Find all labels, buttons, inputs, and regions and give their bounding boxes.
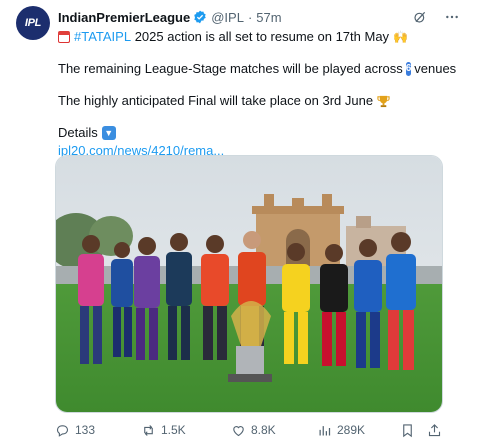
- hashtag-link[interactable]: #TATAIPL: [74, 29, 131, 45]
- tweet-line-2: The remaining League-Stage matches will …: [58, 60, 458, 78]
- keycap-number: 6: [405, 62, 412, 76]
- repost-icon: [144, 424, 153, 436]
- more-icon[interactable]: [444, 9, 460, 25]
- bookmark-icon: [403, 423, 412, 437]
- tweet-line-1: #TATAIPL 2025 action is all set to resum…: [58, 28, 458, 46]
- grok-icon[interactable]: [412, 9, 428, 25]
- share-icon: [428, 423, 441, 436]
- separator: ·: [247, 9, 253, 25]
- share-button[interactable]: [427, 423, 442, 438]
- tweet-line-4: Details ▼: [58, 124, 458, 142]
- down-arrow-icon: ▼: [101, 126, 116, 140]
- timestamp[interactable]: 57m: [256, 10, 281, 25]
- tweet-body: #TATAIPL 2025 action is all set to resum…: [58, 28, 458, 160]
- views-count: 289K: [337, 423, 366, 437]
- avatar-logo-text: IPL: [24, 17, 42, 29]
- bookmark-button[interactable]: [400, 423, 415, 438]
- details-label: Details: [58, 125, 98, 140]
- avatar[interactable]: IPL: [16, 6, 50, 40]
- tweet-photo[interactable]: [55, 155, 443, 413]
- views-button[interactable]: 289K: [317, 423, 365, 438]
- tweet: IPL IndianPremierLeague @IPL · 57m #TATA…: [0, 0, 478, 448]
- top-actions: [412, 9, 460, 25]
- author-name[interactable]: IndianPremierLeague: [58, 10, 190, 25]
- action-bar: 133 1.5K 8.8K 289K: [55, 420, 445, 440]
- tweet-line-3: The highly anticipated Final will take p…: [58, 92, 458, 110]
- line1-text: 2025 action is all set to resume on 17th…: [131, 29, 390, 44]
- repost-count: 1.5K: [161, 423, 186, 437]
- line2-prefix: The remaining League-Stage matches will …: [58, 61, 403, 76]
- trophy-icon: [377, 95, 390, 107]
- like-button[interactable]: 8.8K: [231, 423, 276, 438]
- line3-text: The highly anticipated Final will take p…: [58, 93, 374, 108]
- calendar-icon: [58, 31, 70, 43]
- author-handle[interactable]: @IPL: [211, 10, 244, 25]
- line2-suffix: venues: [414, 61, 457, 76]
- team-captains-photo: [56, 156, 442, 412]
- reply-count: 133: [75, 423, 96, 437]
- like-count: 8.8K: [251, 423, 276, 437]
- reply-button[interactable]: 133: [55, 423, 95, 438]
- tweet-header: IndianPremierLeague @IPL · 57m: [58, 8, 460, 26]
- repost-button[interactable]: 1.5K: [141, 423, 186, 438]
- like-icon: [233, 425, 244, 436]
- views-icon: [319, 425, 331, 435]
- raising-hands-icon: 🙌: [393, 30, 409, 44]
- verified-badge-icon: [194, 10, 206, 24]
- reply-icon: [56, 424, 69, 437]
